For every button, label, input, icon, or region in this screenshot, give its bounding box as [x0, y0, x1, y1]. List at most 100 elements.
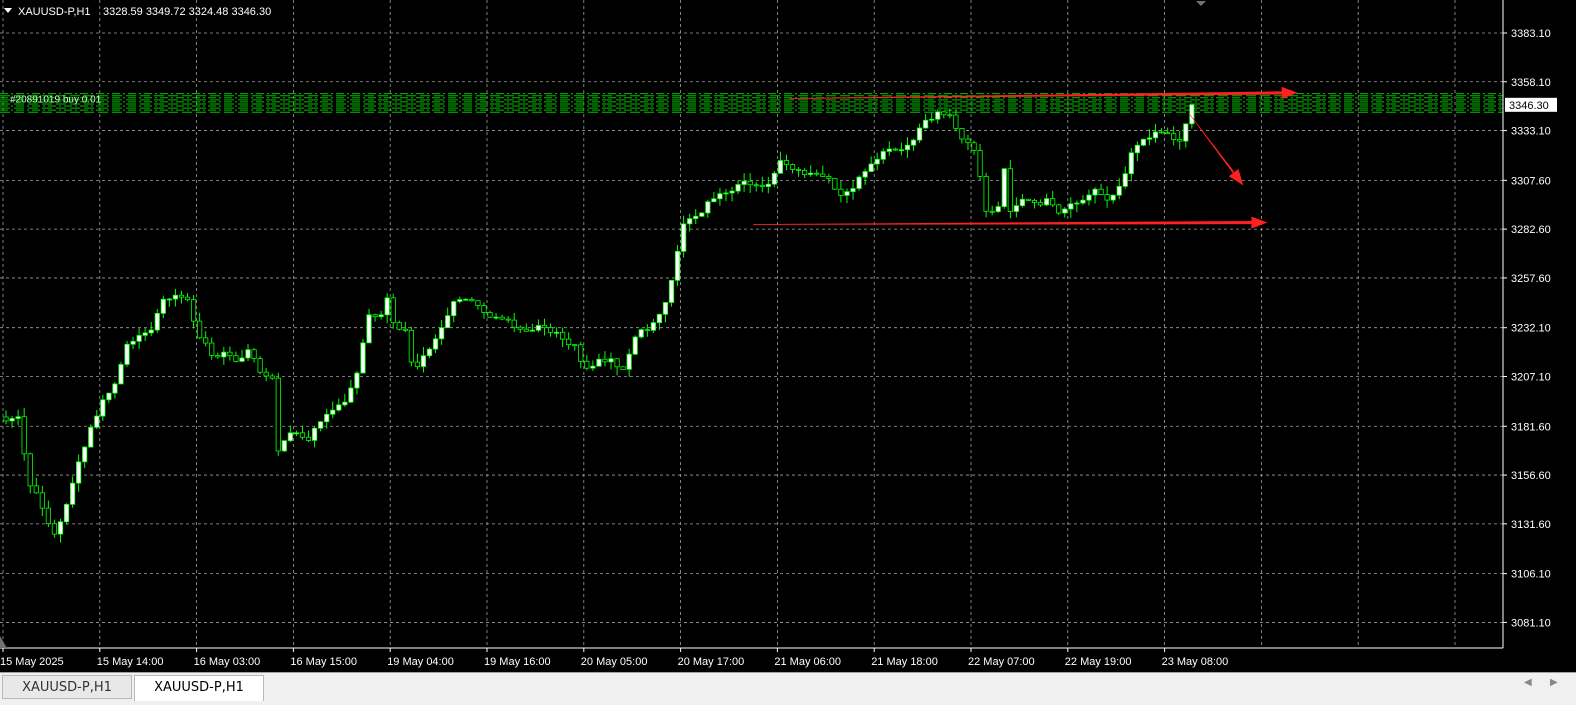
- candle-body: [693, 215, 699, 220]
- price-tick-label: 3131.60: [1511, 519, 1551, 531]
- tabs-scroll-left-icon[interactable]: ◀: [1524, 677, 1532, 688]
- candle-body: [372, 314, 378, 318]
- candle-body: [832, 177, 838, 190]
- candle-body: [1031, 200, 1038, 203]
- price-tick-label: 3257.60: [1511, 273, 1551, 285]
- candle-body: [1062, 208, 1068, 214]
- candle-body: [729, 190, 735, 194]
- candle-body: [1074, 202, 1080, 205]
- candle-body: [741, 180, 747, 185]
- candle-body: [190, 299, 197, 322]
- candle-body: [1122, 173, 1128, 187]
- time-tick-label: 21 May 18:00: [871, 656, 938, 668]
- candle-body: [318, 421, 324, 429]
- candle-body: [765, 183, 771, 187]
- candle-body: [505, 318, 511, 321]
- candle-body: [541, 325, 548, 329]
- tab-xauusd-h1-active[interactable]: XAUUSD-P,H1: [134, 675, 264, 701]
- candle-body: [608, 358, 614, 363]
- price-tick-label: 3307.60: [1511, 175, 1551, 187]
- candle-body: [759, 184, 765, 187]
- price-chart[interactable]: #20891019 buy 0.01 3383.10 3358.10 3333.10…: [0, 0, 1576, 672]
- candle-body: [106, 392, 112, 401]
- candle-body: [995, 206, 1001, 213]
- candle-body: [1152, 131, 1159, 139]
- candle-body: [445, 315, 451, 329]
- candle-body: [263, 371, 269, 377]
- candle-body: [396, 322, 402, 330]
- header-ohlc: 3328.59 3349.72 3324.48 3346.30: [103, 6, 271, 18]
- candle-body: [535, 325, 542, 331]
- candle-body: [275, 377, 281, 452]
- candle-body: [789, 164, 796, 170]
- candle-body: [1134, 144, 1140, 154]
- candle-body: [614, 358, 620, 368]
- time-tick-label: 21 May 06:00: [774, 656, 841, 668]
- candle-body: [826, 176, 832, 179]
- candle-body: [251, 349, 257, 360]
- candle-body: [662, 302, 669, 315]
- tab-xauusd-h1-first[interactable]: XAUUSD-P,H1: [2, 675, 132, 699]
- candle-body: [783, 160, 790, 165]
- candle-body: [838, 188, 844, 196]
- candle-body: [529, 329, 535, 332]
- order-line-label: #20891019 buy 0.01: [10, 95, 102, 106]
- candle-body: [795, 169, 802, 171]
- candle-body: [402, 328, 408, 331]
- candle-body: [1183, 123, 1189, 142]
- price-tick-label: 3106.10: [1511, 569, 1551, 581]
- candle-body: [287, 432, 293, 442]
- candle-body: [947, 114, 953, 117]
- candle-body: [705, 201, 711, 214]
- candle-body: [910, 139, 917, 146]
- candle-body: [1158, 131, 1165, 134]
- candle-body: [215, 355, 221, 358]
- candle-body: [281, 440, 287, 452]
- candle-body: [1098, 188, 1104, 196]
- candle-body: [336, 404, 342, 411]
- price-tick-label: 3383.10: [1511, 28, 1551, 40]
- candle-body: [439, 327, 445, 340]
- tabs-scroll-right-icon[interactable]: ▶: [1550, 677, 1558, 688]
- candle-body: [342, 401, 348, 406]
- time-tick-label: 15 May 14:00: [97, 656, 164, 668]
- candle-body: [172, 294, 179, 300]
- candle-body: [142, 332, 148, 336]
- candle-body: [953, 114, 959, 129]
- candle-body: [711, 198, 717, 203]
- candle-body: [82, 446, 88, 463]
- candle-body: [178, 294, 185, 298]
- candle-body: [1165, 132, 1171, 135]
- candle-body: [76, 461, 82, 484]
- candle-body: [620, 366, 626, 370]
- candle-body: [378, 314, 384, 318]
- candle-body: [420, 355, 427, 367]
- candle-body: [184, 296, 191, 301]
- candle-body: [674, 250, 681, 281]
- price-tick-label: 3333.10: [1511, 126, 1551, 138]
- candle-body: [118, 364, 124, 385]
- candle-body: [584, 360, 590, 369]
- candle-body: [45, 507, 51, 525]
- candle-body: [977, 150, 983, 177]
- candle-body: [517, 326, 523, 330]
- candle-body: [560, 331, 566, 340]
- time-tick-label: 22 May 19:00: [1065, 656, 1132, 668]
- candle-body: [15, 416, 21, 419]
- candle-body: [668, 279, 675, 303]
- price-tick-label: 3207.10: [1511, 372, 1551, 384]
- candle-body: [868, 163, 874, 172]
- chart-tabs-bar: XAUUSD-P,H1 XAUUSD-P,H1 ◀ ▶: [0, 672, 1576, 705]
- candle-body: [324, 413, 330, 423]
- candle-body: [330, 409, 336, 415]
- candle-body: [771, 172, 777, 185]
- candle-body: [916, 127, 923, 141]
- candle-body: [656, 313, 663, 324]
- candle-body: [802, 170, 808, 175]
- candle-body: [3, 416, 9, 422]
- candle-body: [590, 365, 596, 369]
- candle-body: [487, 312, 493, 318]
- candle-body: [929, 118, 935, 121]
- candle-body: [632, 336, 638, 355]
- current-price-label: 3346.30: [1509, 100, 1549, 112]
